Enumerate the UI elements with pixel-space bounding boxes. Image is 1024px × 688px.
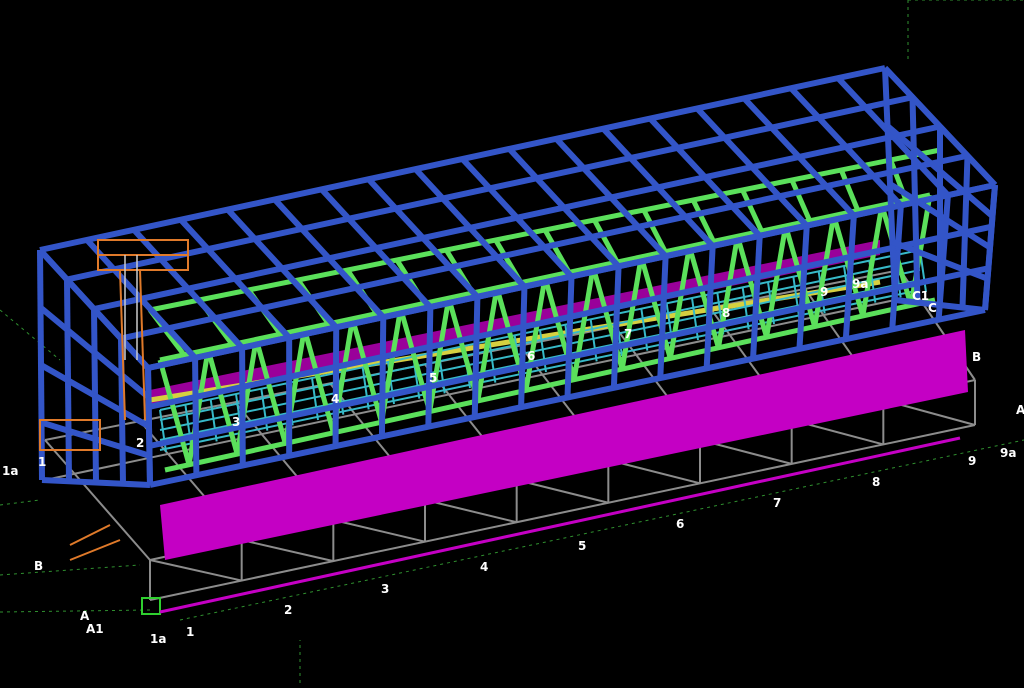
side-label-a: A (80, 609, 90, 623)
axis-label-9a: 9a (1000, 446, 1016, 460)
right-label-a: A (1016, 403, 1024, 417)
axis-label-5: 5 (578, 539, 586, 553)
frame-label-9: 9 (820, 285, 828, 299)
front-column (239, 347, 246, 466)
axis-label-2: 2 (284, 603, 292, 617)
front-column (192, 357, 200, 476)
axis-label-7: 7 (773, 496, 781, 510)
support-brace (333, 519, 426, 543)
axis-label-4: 4 (480, 560, 488, 574)
frame-label-2: 2 (136, 436, 144, 450)
frame-label-c1: C1 (912, 289, 929, 303)
model-viewport[interactable]: 1 2 3 4 5 6 7 8 9 9a 1a 1a 1 B A A1 A 9a… (0, 0, 1024, 683)
side-label-1: 1 (38, 455, 46, 469)
frame-label-3: 3 (232, 415, 240, 429)
support-brace (149, 559, 242, 582)
front-column (378, 317, 387, 437)
frame-label-8: 8 (722, 306, 730, 320)
axis-label-1: 1 (186, 625, 194, 639)
support-brace (424, 499, 517, 524)
axis-label-8: 8 (872, 475, 880, 489)
side-label-a1: A1 (86, 622, 104, 636)
front-column (564, 276, 575, 398)
front-column (332, 327, 340, 447)
frame-label-b: B (972, 350, 981, 364)
front-column (425, 306, 434, 427)
side-label-b: B (34, 559, 43, 573)
support-brace (241, 539, 334, 563)
end-wall-girt (41, 477, 151, 488)
front-column (471, 296, 481, 418)
side-label-1a: 1a (2, 464, 18, 478)
frame-label-7: 7 (624, 327, 632, 341)
frame-label-5: 5 (429, 371, 437, 385)
frame-label-c: C (928, 301, 937, 315)
frame-label-9a: 9a (852, 277, 868, 291)
axis-label-6: 6 (676, 517, 684, 531)
frame-label-6: 6 (527, 349, 535, 363)
frame-label-4: 4 (331, 392, 339, 406)
axis-label-1a-bottom: 1a (150, 632, 166, 646)
axis-label-9: 9 (968, 454, 976, 468)
axis-label-3: 3 (381, 582, 389, 596)
front-column (518, 286, 528, 408)
